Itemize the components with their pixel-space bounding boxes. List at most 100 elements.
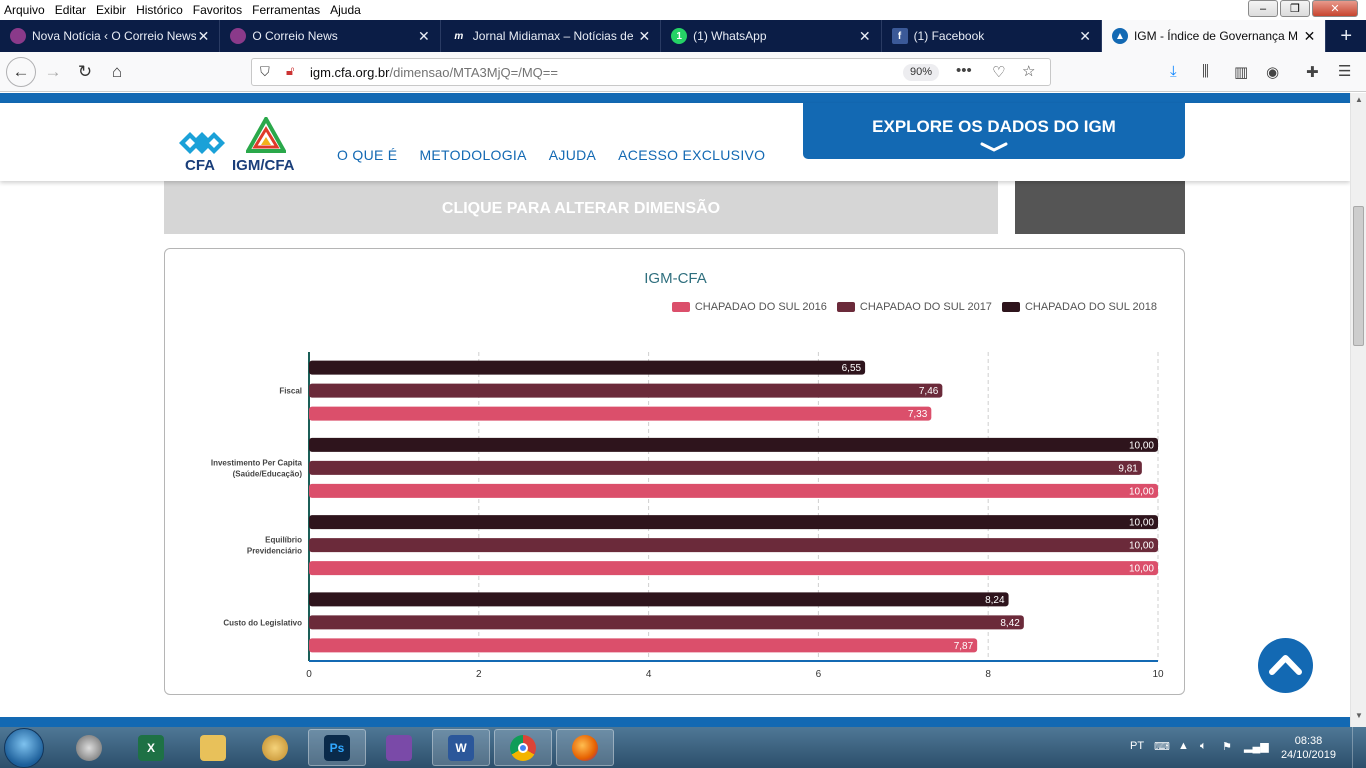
- bookmark-star-icon[interactable]: ☆: [1022, 62, 1035, 80]
- paint-icon[interactable]: [246, 729, 304, 766]
- tab-correio-news[interactable]: O Correio News ✕: [220, 20, 441, 52]
- bar: [309, 406, 932, 421]
- tab-facebook[interactable]: f (1) Facebook ✕: [882, 20, 1102, 52]
- excel-icon[interactable]: X: [122, 729, 180, 766]
- nav-acesso-exclusivo[interactable]: ACESSO EXCLUSIVO: [618, 147, 765, 163]
- sidebar-icon[interactable]: ▥: [1234, 63, 1248, 81]
- forward-button[interactable]: →: [40, 59, 66, 85]
- close-window-button[interactable]: ✕: [1312, 0, 1358, 17]
- close-tab-icon[interactable]: ✕: [1304, 28, 1316, 45]
- tab-label: O Correio News: [252, 29, 338, 43]
- action-center-flag-icon[interactable]: ⚑: [1222, 740, 1232, 753]
- change-dimension-button[interactable]: CLIQUE PARA ALTERAR DIMENSÃO: [164, 181, 998, 234]
- close-tab-icon[interactable]: ✕: [859, 28, 871, 45]
- menu-editar[interactable]: Editar: [55, 3, 86, 17]
- menu-ajuda[interactable]: Ajuda: [330, 3, 361, 17]
- data-label: 9,81: [1118, 463, 1138, 474]
- pocket-icon[interactable]: ♡: [992, 63, 1005, 81]
- menu-bar: Arquivo Editar Exibir Histórico Favorito…: [0, 0, 1366, 20]
- firefox-glyph: [572, 734, 598, 761]
- chrome-icon[interactable]: [494, 729, 552, 766]
- clock[interactable]: 08:38 24/10/2019: [1281, 734, 1336, 762]
- download-icon[interactable]: ⤓: [1170, 63, 1177, 80]
- minimize-button[interactable]: –: [1248, 0, 1278, 17]
- home-button[interactable]: ⌂: [104, 59, 130, 85]
- tray-expand-icon[interactable]: ▲: [1178, 740, 1189, 752]
- nav-o-que-e[interactable]: O QUE É: [337, 147, 397, 163]
- menu-historico[interactable]: Histórico: [136, 3, 183, 17]
- firefox-icon[interactable]: [556, 729, 614, 766]
- close-tab-icon[interactable]: ✕: [638, 28, 650, 45]
- close-tab-icon[interactable]: ✕: [1079, 28, 1091, 45]
- category-label: Custo do Legislativo: [223, 618, 302, 627]
- x-tick-label: 8: [985, 669, 991, 680]
- tab-igm[interactable]: ▲ IGM - Índice de Governança M ✕: [1101, 20, 1327, 52]
- footer-strip: [0, 717, 1350, 727]
- insecure-lock-icon[interactable]: 🔓︎: [286, 63, 294, 79]
- data-label: 6,55: [842, 363, 862, 374]
- keyboard-icon[interactable]: ⌨: [1154, 740, 1170, 753]
- igm-icon: ▲: [1111, 28, 1128, 44]
- scroll-up-arrow[interactable]: ▲: [1351, 95, 1366, 109]
- close-tab-icon[interactable]: ✕: [198, 28, 210, 45]
- taskbar: X Ps W PT ⌨ ▲ 🔈︎ ⚑ ▂▄▆ 08:38 24/10/2019: [0, 727, 1366, 768]
- tab-whatsapp[interactable]: 1 (1) WhatsApp ✕: [661, 20, 882, 52]
- start-icon[interactable]: [4, 728, 44, 768]
- explorer-glyph: [200, 734, 226, 761]
- network-icon[interactable]: ▂▄▆: [1244, 740, 1269, 753]
- scrollbar-thumb[interactable]: [1353, 206, 1364, 346]
- explorer-icon[interactable]: [184, 729, 242, 766]
- extensions-icon[interactable]: ✚: [1306, 63, 1319, 81]
- data-label: 10,00: [1129, 518, 1154, 529]
- maximize-button[interactable]: ❐: [1280, 0, 1310, 17]
- app-icon-1[interactable]: [60, 729, 118, 766]
- nav-metodologia[interactable]: METODOLOGIA: [419, 147, 526, 163]
- reload-button[interactable]: ↻: [72, 59, 98, 85]
- menu-hamburger-icon[interactable]: ☰: [1338, 62, 1351, 80]
- url-text[interactable]: igm.cfa.org.br/dimensao/MTA3MjQ=/MQ==: [310, 65, 558, 80]
- menu-favoritos[interactable]: Favoritos: [193, 3, 242, 17]
- bar: [309, 638, 978, 653]
- nav-ajuda[interactable]: AJUDA: [549, 147, 596, 163]
- igm-logo[interactable]: IGM/CFA: [232, 117, 304, 177]
- facebook-icon: f: [891, 28, 908, 44]
- menu-arquivo[interactable]: Arquivo: [4, 3, 45, 17]
- cfa-logo-text: CFA: [185, 157, 215, 174]
- show-desktop-button[interactable]: [1352, 727, 1366, 768]
- x-tick-label: 2: [476, 669, 482, 680]
- explore-data-button[interactable]: EXPLORE OS DADOS DO IGM: [803, 103, 1185, 159]
- close-tab-icon[interactable]: ✕: [418, 28, 430, 45]
- tab-label: IGM - Índice de Governança M: [1133, 29, 1298, 43]
- data-label: 10,00: [1129, 541, 1154, 552]
- tab-label: (1) WhatsApp: [693, 29, 767, 43]
- chart-card: IGM-CFA CHAPADAO DO SUL 2016 CHAPADAO DO…: [164, 248, 1185, 695]
- page-actions-icon[interactable]: •••: [956, 62, 972, 79]
- tab-midiamax[interactable]: m Jornal Midiamax – Notícias de ✕: [441, 20, 662, 52]
- cfa-logo[interactable]: CFA: [178, 131, 226, 175]
- igm-triangle-icon: [246, 117, 286, 153]
- volume-icon[interactable]: 🔈︎: [1200, 740, 1207, 753]
- scroll-down-arrow[interactable]: ▼: [1351, 711, 1366, 725]
- tab-nova-noticia[interactable]: Nova Notícia ‹ O Correio News ✕: [0, 20, 221, 52]
- menu-ferramentas[interactable]: Ferramentas: [252, 3, 320, 17]
- new-tab-button[interactable]: +: [1326, 20, 1366, 52]
- photoshop-icon[interactable]: Ps: [308, 729, 366, 766]
- chevron-up-icon: [1269, 655, 1302, 675]
- account-icon[interactable]: ◉: [1266, 63, 1279, 81]
- x-tick-label: 10: [1152, 669, 1164, 680]
- shield-icon[interactable]: ⛉: [260, 64, 270, 80]
- zoom-indicator[interactable]: 90%: [903, 64, 939, 81]
- menu-exibir[interactable]: Exibir: [96, 3, 126, 17]
- movie-maker-icon[interactable]: [370, 729, 428, 766]
- vertical-scrollbar[interactable]: ▲ ▼: [1350, 93, 1366, 727]
- language-indicator[interactable]: PT: [1130, 740, 1144, 752]
- bar: [309, 360, 866, 375]
- word-icon[interactable]: W: [432, 729, 490, 766]
- url-bar[interactable]: ⛉ 🔓︎ igm.cfa.org.br/dimensao/MTA3MjQ=/MQ…: [251, 58, 1051, 86]
- scroll-to-top-button[interactable]: [1258, 638, 1313, 693]
- bar: [309, 483, 1158, 498]
- back-button[interactable]: ←: [6, 57, 36, 87]
- library-icon[interactable]: ⫼: [1202, 63, 1209, 80]
- system-tray: PT ⌨ ▲ 🔈︎ ⚑ ▂▄▆ 08:38 24/10/2019: [1116, 727, 1366, 768]
- correio-news-icon: [230, 28, 247, 44]
